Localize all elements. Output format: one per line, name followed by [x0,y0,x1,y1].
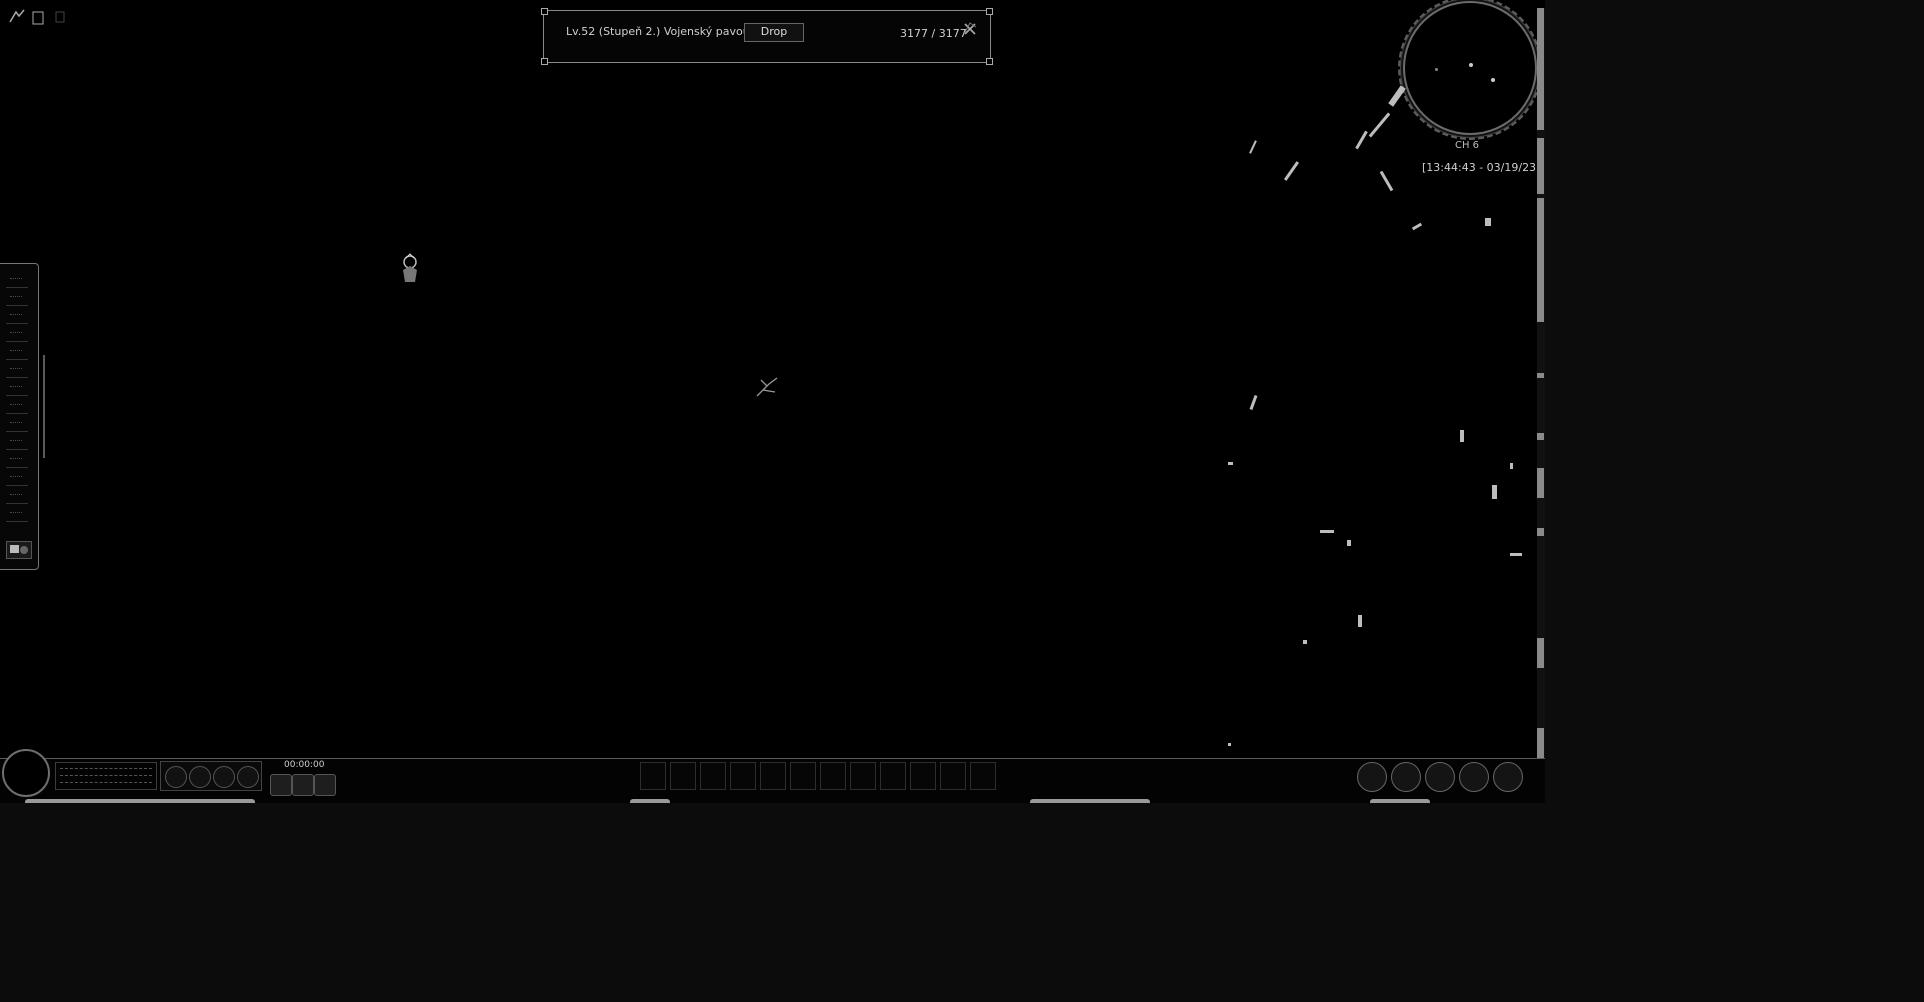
side-slot[interactable] [6,436,28,450]
hud-ornament [1030,799,1150,803]
compass-map-icon[interactable] [1405,3,1535,133]
hotbar-slot[interactable] [910,762,936,790]
hotbar-slot[interactable] [730,762,756,790]
stat-bars [55,762,157,790]
shield-skill-icon[interactable] [314,774,336,796]
side-slot[interactable] [6,292,28,306]
side-slot[interactable] [6,508,28,522]
side-slot[interactable] [6,454,28,468]
side-slot[interactable] [6,382,28,396]
bottom-hud: 00:00:00 [0,749,1545,803]
session-timer: 00:00:00 [284,760,325,770]
potion-slot[interactable] [237,766,259,788]
character-menu-icon[interactable] [8,8,26,26]
potion-slot[interactable] [213,766,235,788]
inventory-menu-icon[interactable] [30,8,48,26]
character-menu-icon[interactable] [1357,762,1387,792]
hotbar-slot[interactable] [940,762,966,790]
side-slot[interactable] [6,310,28,324]
potion-tray [160,761,262,791]
hud-ornament [630,799,670,803]
strip-segment [1537,528,1544,536]
drop-button[interactable]: Drop [744,23,804,42]
hud-ornament [25,799,255,803]
side-slot[interactable] [6,472,28,486]
quest-menu-icon[interactable] [52,8,70,26]
skills-menu-icon[interactable] [1391,762,1421,792]
side-quickslot-panel [0,263,39,570]
settings-icon[interactable] [6,541,32,559]
mp-bar [60,775,152,777]
npc-dot-icon [1491,78,1495,82]
side-slot[interactable] [6,490,28,504]
stamina-bar [60,782,152,784]
strip-segment [1537,138,1544,194]
close-x-icon[interactable] [962,21,978,37]
player-character[interactable] [398,252,422,288]
frame-corner [541,58,548,65]
hotbar-slot[interactable] [970,762,996,790]
hotbar-slot[interactable] [850,762,876,790]
potion-slot[interactable] [165,766,187,788]
target-hp-value: 3177 / 3177 [900,27,967,40]
potion-slot[interactable] [189,766,211,788]
hp-orb-icon [2,749,50,797]
hotbar-slot[interactable] [760,762,786,790]
target-name: Lv.52 (Stupeň 2.) Vojenský pavouk [566,25,757,38]
side-slot[interactable] [6,328,28,342]
side-slot[interactable] [6,364,28,378]
strip-segment [1537,198,1544,322]
target-info-bar: Lv.52 (Stupeň 2.) Vojenský pavouk Drop 3… [541,8,993,65]
community-menu-icon[interactable] [1459,762,1489,792]
side-slot[interactable] [6,418,28,432]
strip-segment [1537,638,1544,668]
hotbar-slot[interactable] [880,762,906,790]
frame-corner [986,58,993,65]
hotbar-slot[interactable] [670,762,696,790]
server-datetime: [13:44:43 - 03/19/23] [1422,161,1541,174]
strip-segment [1537,728,1544,758]
side-slot[interactable] [6,400,28,414]
channel-label: CH 6 [1455,140,1480,151]
side-panel-scrollbar[interactable] [43,355,45,458]
hotbar-slot[interactable] [820,762,846,790]
right-menu-buttons [1357,762,1527,792]
spider-monster[interactable] [755,376,781,398]
hud-ornament [1370,799,1430,803]
npc-dot-icon [1435,68,1438,71]
hotbar-slot[interactable] [640,762,666,790]
hotbar-slot[interactable] [790,762,816,790]
frame-corner [986,8,993,15]
hotbar-slot[interactable] [700,762,726,790]
strip-segment [1537,8,1544,130]
strip-segment [1537,373,1544,378]
system-menu-icon[interactable] [1493,762,1523,792]
right-edge-scrollbar[interactable] [1537,8,1545,778]
player-dot-icon [1469,63,1473,67]
side-slot[interactable] [6,274,28,288]
skill-hotbar [640,762,1005,790]
side-slot[interactable] [6,346,28,360]
frame-corner [541,8,548,15]
game-viewport[interactable]: Lv.52 (Stupeň 2.) Vojenský pavouk Drop 3… [0,0,1545,803]
quest-menu-icon[interactable] [1425,762,1455,792]
strip-segment [1537,433,1544,440]
strip-segment [1537,468,1544,498]
figure-skill-icon[interactable] [292,774,314,796]
swirl-skill-icon[interactable] [270,774,292,796]
hp-bar [60,768,152,770]
